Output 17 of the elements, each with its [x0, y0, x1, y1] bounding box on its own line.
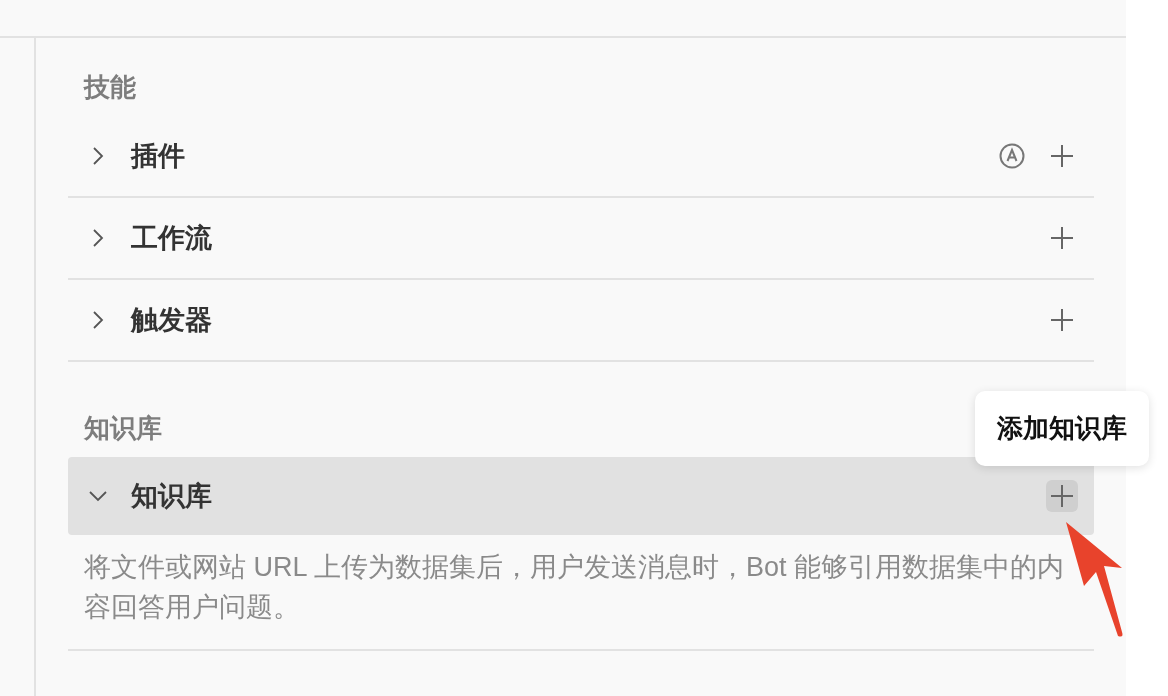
description-text: 将文件或网站 URL 上传为数据集后，用户发送消息时，Bot 能够引用数据集中的内容回答用户问题。	[83, 551, 1066, 624]
tooltip: 添加知识库	[975, 391, 1149, 466]
collapsible-row[interactable]: 插件	[68, 116, 1094, 196]
plus-icon	[1050, 144, 1074, 168]
plus-icon	[1050, 308, 1074, 332]
collapsible-row[interactable]: 触发器	[68, 280, 1094, 360]
circled-letter-icon[interactable]	[999, 143, 1025, 169]
section-heading: 技能	[84, 71, 136, 104]
row-label: 工作流	[131, 222, 212, 255]
collapsible-row[interactable]: 工作流	[68, 198, 1094, 278]
plus-icon	[1050, 484, 1074, 508]
row-label: 插件	[131, 140, 185, 173]
row-label: 触发器	[131, 304, 212, 337]
add-button[interactable]	[1046, 480, 1078, 512]
section-heading: 知识库	[84, 412, 162, 445]
row-label: 知识库	[131, 480, 212, 513]
plus-icon	[1050, 226, 1074, 250]
